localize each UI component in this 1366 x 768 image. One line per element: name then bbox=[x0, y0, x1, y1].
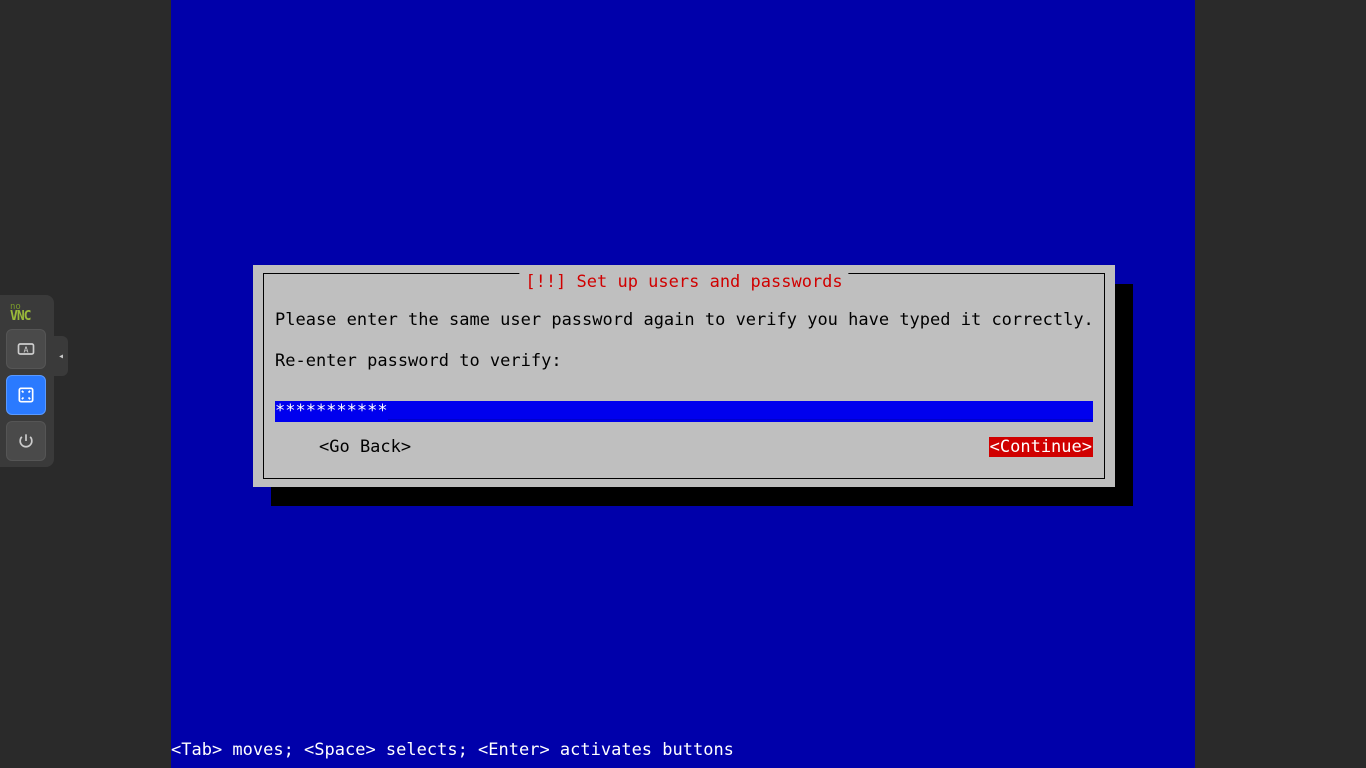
password-masked-value: *********** bbox=[275, 401, 388, 422]
dialog-title-prefix: [!!] bbox=[525, 272, 576, 292]
password-field-fill: ________________________________________… bbox=[388, 401, 1093, 422]
installer-viewport: [!!] Set up users and passwords Please e… bbox=[171, 0, 1195, 768]
chevron-left-icon: ◂ bbox=[58, 351, 64, 362]
novnc-logo: no VNC bbox=[6, 301, 48, 323]
status-bar-help-text: <Tab> moves; <Space> selects; <Enter> ac… bbox=[171, 740, 734, 761]
password-verify-dialog: [!!] Set up users and passwords Please e… bbox=[253, 265, 1115, 487]
power-button[interactable] bbox=[6, 421, 46, 461]
password-verify-input[interactable]: ***********_____________________________… bbox=[275, 401, 1093, 422]
go-back-button[interactable]: <Go Back> bbox=[275, 437, 411, 458]
panel-collapse-tab[interactable]: ◂ bbox=[54, 336, 68, 376]
continue-button[interactable]: <Continue> bbox=[989, 437, 1093, 458]
novnc-control-panel: no VNC A bbox=[0, 295, 54, 467]
novnc-logo-bottom: VNC bbox=[10, 312, 44, 321]
power-icon bbox=[16, 431, 36, 451]
password-prompt-label: Re-enter password to verify: bbox=[275, 351, 1093, 372]
dialog-content: Please enter the same user password agai… bbox=[275, 310, 1093, 422]
dialog-title-text: Set up users and passwords bbox=[577, 272, 843, 292]
dialog-title: [!!] Set up users and passwords bbox=[519, 272, 848, 293]
fullscreen-button[interactable] bbox=[6, 375, 46, 415]
keyboard-icon: A bbox=[16, 339, 36, 359]
fullscreen-icon bbox=[16, 385, 36, 405]
svg-text:A: A bbox=[23, 344, 28, 354]
dialog-button-row: <Go Back> <Continue> bbox=[275, 437, 1093, 458]
instruction-text: Please enter the same user password agai… bbox=[275, 310, 1093, 331]
keyboard-button[interactable]: A bbox=[6, 329, 46, 369]
